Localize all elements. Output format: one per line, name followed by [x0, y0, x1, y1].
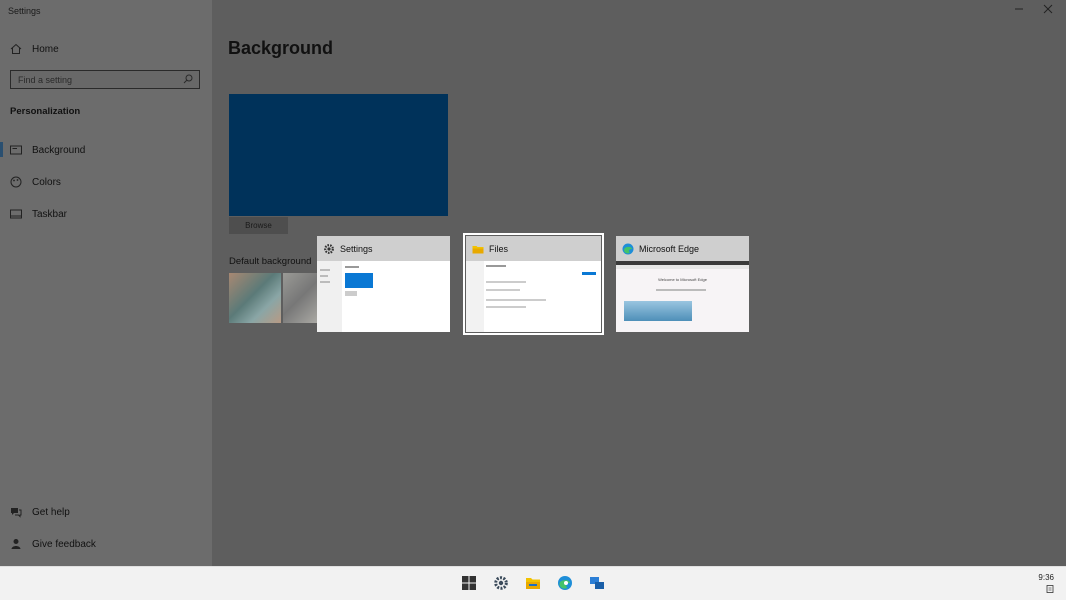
window-card-title: Settings — [340, 243, 373, 254]
give-feedback-label: Give feedback — [32, 538, 96, 550]
default-backgrounds-label: Default background — [229, 256, 312, 267]
window-card-title: Files — [489, 243, 509, 254]
system-clock[interactable]: 9:36 — [1038, 573, 1054, 595]
folder-icon — [472, 245, 484, 253]
window-card-header: Settings — [317, 236, 450, 261]
edge-icon[interactable] — [557, 575, 573, 591]
edge-icon — [622, 243, 634, 254]
sidebar-item-label: Colors — [32, 176, 61, 188]
sidebar: Settings Home Find a setting Personaliza… — [0, 0, 212, 566]
background-preview — [229, 94, 448, 216]
default-background-thumbnail[interactable] — [283, 273, 317, 323]
sidebar-item-background[interactable]: Background — [10, 144, 85, 156]
window-title: Settings — [8, 6, 41, 16]
home-nav-item[interactable]: Home — [10, 43, 59, 55]
gear-icon — [324, 243, 334, 254]
search-input[interactable]: Find a setting — [10, 70, 200, 89]
settings-icon[interactable] — [493, 575, 509, 591]
edge-page-heading: Welcome to Microsoft Edge — [658, 277, 707, 282]
task-view-window-files[interactable]: Files — [463, 233, 604, 335]
sidebar-item-label: Taskbar — [32, 208, 68, 220]
get-help-link[interactable]: Get help — [10, 506, 70, 518]
palette-icon — [10, 176, 22, 188]
home-label: Home — [32, 43, 59, 55]
browse-button[interactable]: Browse — [229, 217, 288, 234]
close-button[interactable] — [1043, 4, 1053, 17]
window-card-header: Microsoft Edge — [616, 236, 749, 261]
page-title: Background — [228, 38, 334, 58]
window-card-thumbnail — [317, 261, 450, 332]
default-background-thumbnail[interactable] — [229, 273, 281, 323]
window-card-thumbnail — [466, 261, 601, 332]
task-view-icon[interactable] — [589, 575, 605, 591]
notification-icon — [1046, 585, 1054, 593]
get-help-label: Get help — [32, 506, 70, 518]
sidebar-item-label: Background — [32, 144, 86, 156]
close-icon — [1043, 4, 1053, 14]
clock-time: 9:36 — [1038, 573, 1054, 582]
taskbar: 9:36 — [0, 566, 1066, 600]
minimize-button[interactable] — [1014, 4, 1024, 17]
window-card-thumbnail: Welcome to Microsoft Edge — [616, 261, 749, 332]
section-heading: Personalization — [10, 106, 81, 117]
feedback-icon — [11, 539, 21, 549]
file-explorer-icon[interactable] — [525, 575, 541, 591]
selected-indicator — [0, 142, 3, 157]
taskbar-icon — [10, 209, 22, 219]
give-feedback-link[interactable]: Give feedback — [10, 538, 96, 550]
minimize-icon — [1015, 8, 1023, 10]
home-icon — [10, 43, 22, 54]
windows-logo-icon[interactable] — [461, 575, 477, 591]
window-card-header: Files — [466, 236, 601, 261]
task-view-window-settings[interactable]: Settings — [317, 236, 450, 332]
help-icon — [11, 508, 22, 518]
sidebar-item-taskbar[interactable]: Taskbar — [10, 208, 67, 220]
window-card-title: Microsoft Edge — [639, 243, 700, 254]
search-icon — [183, 74, 193, 84]
search-placeholder: Find a setting — [18, 75, 73, 85]
task-view-window-edge[interactable]: Microsoft Edge Welcome to Microsoft Edge — [616, 236, 749, 332]
sidebar-item-colors[interactable]: Colors — [10, 176, 61, 188]
image-icon — [10, 145, 22, 155]
